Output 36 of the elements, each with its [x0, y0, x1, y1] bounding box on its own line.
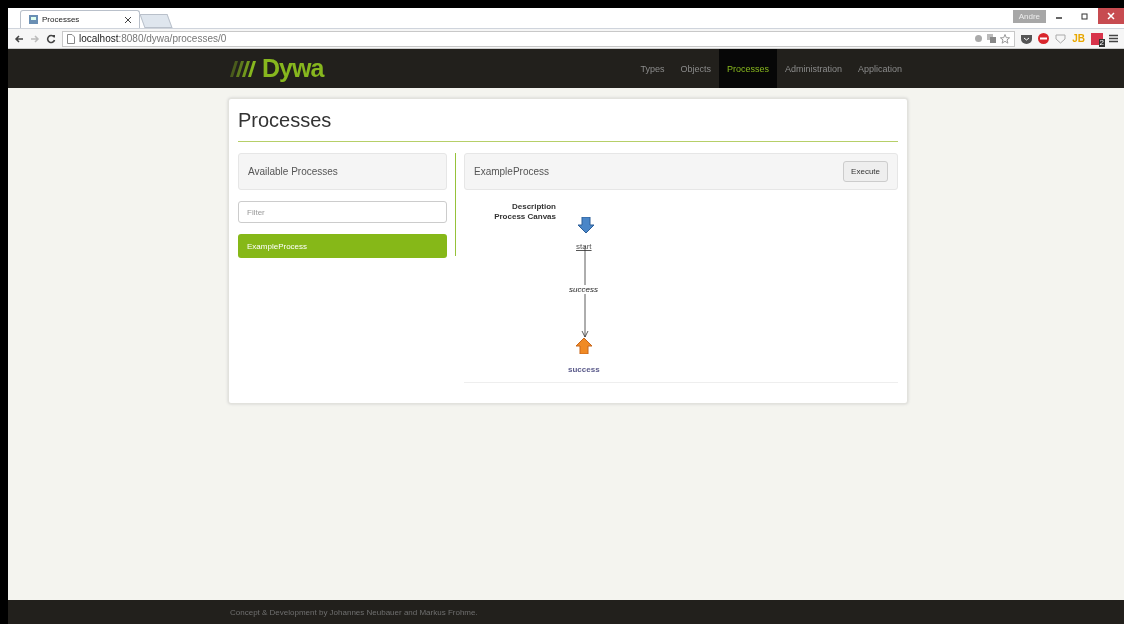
url-text: localhost:8080/dywa/processes/0 [79, 33, 227, 44]
nav-link[interactable]: Processes [718, 49, 777, 88]
footer-text: Concept & Development by Johannes Neubauer and Markus Frohme. [230, 607, 478, 617]
nav-link[interactable]: Objects [672, 49, 719, 88]
stop-sign-icon[interactable] [1038, 33, 1050, 44]
down-arrow-icon [578, 217, 594, 233]
extension-badge: 2 [1098, 38, 1105, 47]
filter-field[interactable]: Filter [238, 201, 447, 223]
pocket-icon[interactable] [1021, 33, 1033, 44]
close-icon[interactable] [125, 16, 131, 23]
logo-text: Dywa [262, 54, 324, 83]
nav-link[interactable]: Types [632, 49, 673, 88]
back-icon[interactable] [14, 33, 24, 44]
address-field[interactable]: localhost:8080/dywa/processes/0 [62, 30, 1016, 47]
up-arrow-icon [576, 338, 592, 354]
nav-link[interactable]: Application [849, 49, 910, 88]
execute-button[interactable]: Execute [843, 161, 888, 182]
page-icon [29, 15, 38, 24]
page-icon [67, 33, 75, 44]
restore-icon[interactable] [1081, 12, 1089, 20]
browser-tab[interactable]: Processes [20, 10, 140, 28]
star-icon[interactable] [1000, 33, 1011, 44]
puzzle-extension-icon[interactable]: 2 [1091, 32, 1103, 45]
start-link[interactable]: start [576, 242, 592, 251]
close-button[interactable] [1098, 8, 1124, 24]
sidebar-heading: Available Processes [238, 153, 447, 190]
nav-link[interactable]: Administration [776, 49, 850, 88]
canvas-label: Description [512, 202, 556, 211]
end-node-label: success [568, 365, 600, 374]
reload-icon[interactable] [46, 33, 56, 44]
page-title: Processes [238, 99, 898, 142]
edge-label: success [569, 285, 598, 294]
menu-icon[interactable] [1109, 34, 1118, 43]
close-icon [1107, 12, 1115, 20]
process-title: ExampleProcess [474, 166, 550, 177]
canvas-label: Process Canvas [494, 212, 556, 221]
